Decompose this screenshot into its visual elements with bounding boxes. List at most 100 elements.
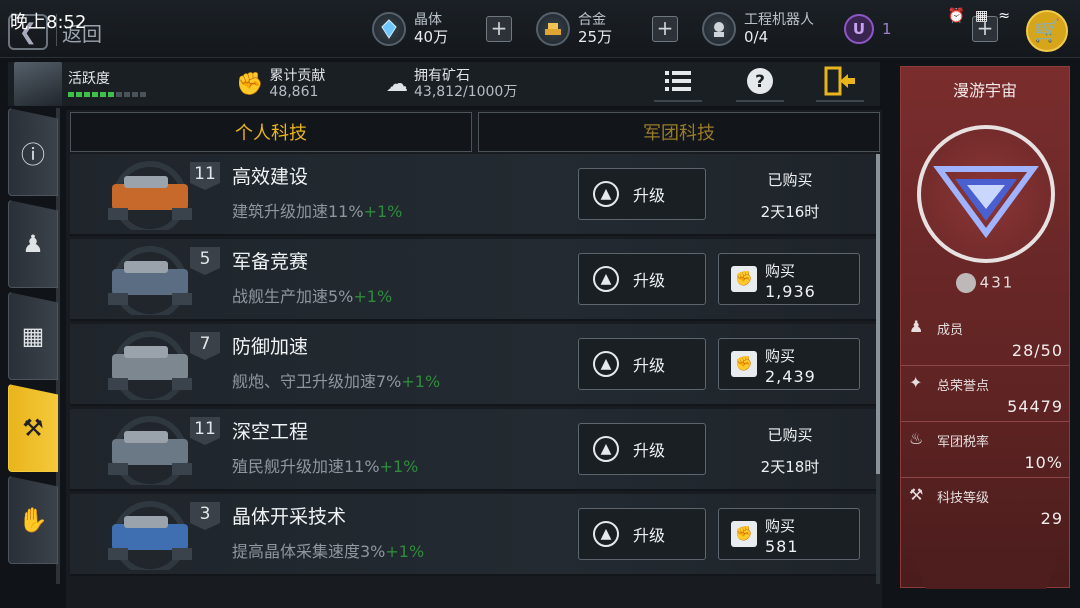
guild-points-value: 431 — [979, 273, 1015, 292]
alarm-icon: ⏰ — [947, 8, 966, 24]
divider — [901, 421, 1069, 422]
remaining-time: 2天16时 — [760, 203, 820, 221]
upgrade-label: 升级 — [633, 356, 666, 375]
guild-panel: 漫游宇宙 431 ♟ 成员 28/50 ✦ 总荣誉点 54479 ♨ 军团税率 … — [900, 66, 1070, 589]
exit-door-icon — [824, 66, 855, 96]
guild-stat-label: 总荣誉点 — [937, 379, 990, 394]
system-time: 晚上8:52 — [10, 12, 87, 33]
help-icon: ? — [747, 68, 773, 94]
tech-row: 11 高效建设 建筑升级加速11%+1% ▲ 升级 已购买 2天16时 — [70, 154, 876, 236]
microscope-icon: ⚒ — [22, 414, 44, 442]
tech-description: 建筑升级加速11%+1% — [232, 198, 402, 222]
buy-label: 购买 — [765, 517, 796, 535]
robot-icon — [702, 12, 736, 46]
resource-value: 25万 — [578, 28, 613, 46]
tech-bonus: +1% — [353, 287, 393, 306]
nav-tab-alerts[interactable]: ⓘ — [8, 108, 58, 196]
scrollbar-thumb[interactable] — [876, 154, 880, 474]
nav-tab-buildings[interactable]: ▦ — [8, 292, 58, 380]
upgrade-button[interactable]: ▲ 升级 — [578, 253, 706, 305]
ore-label: 拥有矿石 — [414, 68, 470, 84]
guild-name: 漫游宇宙 — [952, 81, 1017, 100]
guild-panel-footer — [911, 551, 1061, 589]
buy-button[interactable]: ✊ 购买 1,936 — [718, 253, 860, 305]
tech-row: 5 军备竞赛 战舰生产加速5%+1% ▲ 升级 ✊ 购买 1,936 — [70, 239, 876, 321]
tech-bonus: +1% — [385, 542, 425, 561]
contribution-value: 48,861 — [269, 84, 319, 100]
resource-value: 0/4 — [744, 28, 769, 46]
ore-stat: ☁ 拥有矿石 43,812/1000万 — [386, 68, 517, 100]
upgrade-button[interactable]: ▲ 升级 — [578, 423, 706, 475]
resource-value: 40万 — [414, 28, 449, 46]
resource-u-currency: U 1 — [844, 8, 892, 50]
tech-effect: 舰炮、守卫升级加速7% — [232, 372, 402, 391]
upgrade-button[interactable]: ▲ 升级 — [578, 168, 706, 220]
tech-row: 11 深空工程 殖民舰升级加速11%+1% ▲ 升级 已购买 2天18时 — [70, 409, 876, 491]
signal-icon: ▦ — [975, 8, 989, 24]
exit-button[interactable] — [816, 62, 864, 102]
arrow-up-icon: ▲ — [593, 181, 619, 207]
upgrade-label: 升级 — [633, 441, 666, 460]
add-crystal-button[interactable]: + — [486, 16, 512, 42]
tax-icon: ♨ — [909, 429, 924, 448]
guild-stat-value: 29 — [1040, 509, 1063, 528]
purchased-status: 已购买 2天18时 — [730, 419, 850, 483]
avatar[interactable] — [14, 62, 62, 106]
tech-row: 3 晶体开采技术 提高晶体采集速度3%+1% ▲ 升级 ✊ 购买 581 — [70, 494, 876, 576]
tech-description: 战舰生产加速5%+1% — [232, 283, 392, 307]
guild-stat-label: 军团税率 — [937, 435, 990, 450]
tech-description: 殖民舰升级加速11%+1% — [232, 453, 418, 477]
tech-description: 舰炮、守卫升级加速7%+1% — [232, 368, 440, 392]
activity-label: 活跃度 — [68, 71, 110, 87]
fist-icon: ✊ — [731, 521, 757, 547]
upgrade-button[interactable]: ▲ 升级 — [578, 508, 706, 560]
resource-alloy: 合金 25万 — [536, 8, 612, 50]
nav-tab-shop[interactable]: ✋ — [8, 476, 58, 564]
guild-emblem[interactable] — [917, 125, 1055, 263]
building-icon: ▦ — [21, 322, 45, 350]
nav-tab-members[interactable]: ♟ — [8, 200, 58, 288]
tech-effect: 战舰生产加速5% — [232, 287, 354, 306]
microscope-icon: ⚒ — [909, 485, 924, 504]
activity-segment — [124, 92, 130, 97]
resource-robot: 工程机器人 0/4 — [702, 8, 814, 50]
tech-title: 防御加速 — [232, 336, 309, 358]
wifi-icon: ≈ — [998, 8, 1010, 24]
tab-personal-tech[interactable]: 个人科技 — [70, 112, 472, 152]
list-button[interactable] — [654, 62, 702, 102]
shop-cart-button[interactable]: 🛒 — [1026, 10, 1068, 52]
upgrade-label: 升级 — [633, 526, 666, 545]
help-button[interactable]: ? — [736, 62, 784, 102]
contribution-label: 累计贡献 — [269, 68, 326, 84]
tech-effect: 殖民舰升级加速11% — [232, 457, 380, 476]
buy-button[interactable]: ✊ 购买 581 — [718, 508, 860, 560]
nav-tab-technology[interactable]: ⚒ — [8, 384, 58, 472]
activity-segment — [76, 92, 82, 97]
guild-stat-value: 10% — [1024, 453, 1063, 472]
resource-crystal: 晶体 40万 — [372, 8, 448, 50]
tab-legion-tech[interactable]: 军团科技 — [478, 112, 880, 152]
arrow-up-icon: ▲ — [593, 266, 619, 292]
wings-icon: ✦ — [909, 373, 923, 392]
guild-points: 431 — [901, 273, 1069, 293]
person-icon: ♟ — [22, 230, 44, 258]
buy-button[interactable]: ✊ 购买 2,439 — [718, 338, 860, 390]
activity-segment — [132, 92, 138, 97]
upgrade-button[interactable]: ▲ 升级 — [578, 338, 706, 390]
activity-segment — [116, 92, 122, 97]
tech-title: 晶体开采技术 — [232, 506, 347, 528]
member-icon: ♟ — [909, 317, 924, 336]
top-bar: ❮ 返回 晚上8:52 晶体 40万 + 合金 25万 + 工程机器人 0/4 — [0, 0, 1080, 58]
arrow-up-icon: ▲ — [593, 436, 619, 462]
remaining-time: 2天18时 — [760, 458, 820, 476]
buy-label: 购买 — [765, 347, 796, 365]
tech-bonus: +1% — [379, 457, 419, 476]
stats-bar: 活跃度 ✊ 累计贡献 48,861 ☁ 拥有矿石 43,812/1000万 ? — [8, 62, 880, 106]
divider — [901, 477, 1069, 478]
tech-list: 11 高效建设 建筑升级加速11%+1% ▲ 升级 已购买 2天16时 5 军备… — [70, 154, 880, 608]
tech-bonus: +1% — [401, 372, 441, 391]
divider — [901, 365, 1069, 366]
list-icon — [665, 71, 691, 91]
add-alloy-button[interactable]: + — [652, 16, 678, 42]
tech-description: 提高晶体采集速度3%+1% — [232, 538, 424, 562]
